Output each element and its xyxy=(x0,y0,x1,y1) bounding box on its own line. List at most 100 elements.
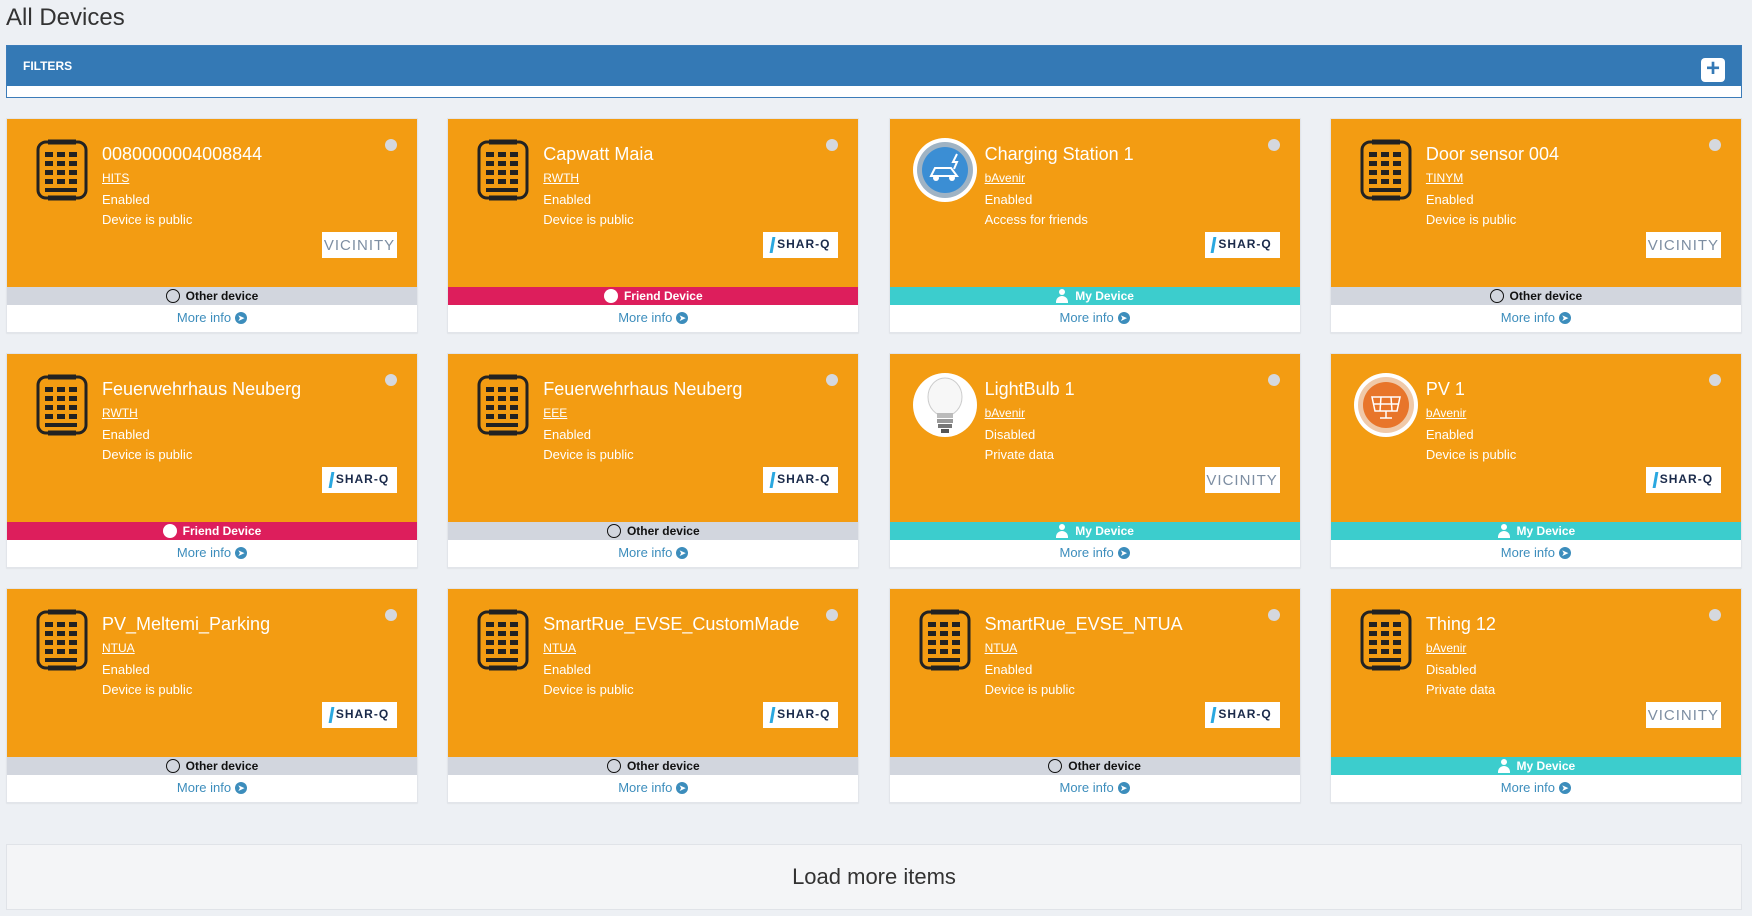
arrow-circle-right-icon: ➤ xyxy=(235,546,248,559)
plus-square-icon[interactable]: + xyxy=(1701,57,1725,82)
device-owner-link[interactable]: NTUA xyxy=(985,641,1018,655)
keypad-icon xyxy=(470,607,536,673)
status-dot-icon xyxy=(385,139,397,151)
device-name: PV 1 xyxy=(1425,379,1465,399)
device-card-body[interactable]: Thing 12 bAvenir Disabled Private data V… xyxy=(1330,589,1741,757)
relation-badge: Other device xyxy=(889,757,1300,775)
device-owner-link[interactable]: TINYM xyxy=(1426,171,1463,185)
arrow-circle-right-icon: ➤ xyxy=(1558,546,1571,559)
arrow-circle-right-icon: ➤ xyxy=(676,546,689,559)
user-icon xyxy=(1055,524,1069,538)
platform-logo: SHAR-Q xyxy=(1645,467,1721,493)
platform-logo: SHAR-Q xyxy=(1204,232,1280,258)
device-card-body[interactable]: Feuerwehrhaus Neuberg EEE Enabled Device… xyxy=(448,354,859,522)
arrow-circle-right-icon: ➤ xyxy=(1117,311,1130,324)
arrow-circle-right-icon: ➤ xyxy=(676,781,689,794)
device-state: Enabled xyxy=(984,662,1033,677)
sharq-logo: SHAR-Q xyxy=(769,707,830,723)
device-card: Capwatt Maia RWTH Enabled Device is publ… xyxy=(447,118,860,333)
more-info-link[interactable]: More info ➤ xyxy=(448,540,858,565)
device-card-body[interactable]: LightBulb 1 bAvenir Disabled Private dat… xyxy=(889,354,1300,522)
device-owner-link[interactable]: RWTH xyxy=(543,171,579,185)
status-dot-icon xyxy=(826,139,839,151)
more-info-link[interactable]: More info ➤ xyxy=(448,305,858,330)
device-owner-link[interactable]: NTUA xyxy=(102,641,135,655)
relation-label: My Device xyxy=(1516,524,1576,538)
platform-logo: SHAR-Q xyxy=(322,467,397,493)
relation-badge: My Device xyxy=(1330,757,1741,775)
device-state: Enabled xyxy=(543,427,592,442)
relation-label: Friend Device xyxy=(182,524,262,538)
device-owner-link[interactable]: EEE xyxy=(543,406,567,420)
device-state: Disabled xyxy=(1425,662,1477,677)
device-card-body[interactable]: Charging Station 1 bAvenir Enabled Acces… xyxy=(889,119,1300,287)
more-info-label: More info xyxy=(1059,780,1114,795)
arrow-circle-right-icon: ➤ xyxy=(1558,311,1571,324)
sharq-logo: SHAR-Q xyxy=(1211,237,1271,253)
status-dot-icon xyxy=(385,374,397,386)
user-icon xyxy=(1055,289,1069,303)
device-card-body[interactable]: 0080000004008844 HITS Enabled Device is … xyxy=(7,119,417,287)
device-card-body[interactable]: Feuerwehrhaus Neuberg RWTH Enabled Devic… xyxy=(7,354,417,522)
filters-header[interactable]: FILTERS + xyxy=(7,46,1741,86)
device-owner-link[interactable]: bAvenir xyxy=(985,171,1025,185)
more-info-link[interactable]: More info ➤ xyxy=(890,775,1300,800)
device-card-body[interactable]: Capwatt Maia RWTH Enabled Device is publ… xyxy=(448,119,859,287)
device-name: Feuerwehrhaus Neuberg xyxy=(102,379,302,399)
more-info-link[interactable]: More info ➤ xyxy=(448,775,858,800)
device-card-body[interactable]: SmartRue_EVSE_NTUA NTUA Enabled Device i… xyxy=(889,589,1300,757)
device-access: Device is public xyxy=(102,212,193,227)
device-state: Enabled xyxy=(984,192,1033,207)
relation-label: Other device xyxy=(626,524,700,538)
circle-filled-icon xyxy=(162,524,177,538)
relation-label: My Device xyxy=(1516,759,1576,773)
more-info-link[interactable]: More info ➤ xyxy=(890,540,1300,565)
user-icon xyxy=(1497,524,1511,538)
vicinity-logo: VICINITY xyxy=(1206,471,1278,489)
relation-badge: My Device xyxy=(889,287,1300,305)
keypad-icon xyxy=(1353,137,1419,203)
device-owner-link[interactable]: bAvenir xyxy=(985,406,1025,420)
device-card-body[interactable]: PV_Meltemi_Parking NTUA Enabled Device i… xyxy=(7,589,417,757)
device-owner-link[interactable]: bAvenir xyxy=(1426,641,1466,655)
device-card: Thing 12 bAvenir Disabled Private data V… xyxy=(1329,588,1742,803)
more-info-link[interactable]: More info ➤ xyxy=(7,775,417,800)
device-owner-link[interactable]: RWTH xyxy=(102,406,138,420)
relation-label: Other device xyxy=(1068,759,1141,773)
device-access: Device is public xyxy=(102,682,193,697)
device-name: SmartRue_EVSE_NTUA xyxy=(984,614,1183,634)
more-info-label: More info xyxy=(618,310,673,325)
relation-badge: My Device xyxy=(1330,522,1741,540)
arrow-circle-right-icon: ➤ xyxy=(676,311,689,324)
more-info-link[interactable]: More info ➤ xyxy=(7,305,417,330)
device-card: Charging Station 1 bAvenir Enabled Acces… xyxy=(888,118,1301,333)
status-dot-icon xyxy=(1708,139,1721,151)
keypad-icon xyxy=(29,137,95,203)
more-info-link[interactable]: More info ➤ xyxy=(1331,305,1741,330)
more-info-link[interactable]: More info ➤ xyxy=(1331,540,1741,565)
device-owner-link[interactable]: bAvenir xyxy=(1426,406,1466,420)
circle-outline-icon xyxy=(606,524,621,538)
device-card-body[interactable]: SmartRue_EVSE_CustomMade NTUA Enabled De… xyxy=(448,589,859,757)
keypad-icon xyxy=(29,372,95,438)
device-card-body[interactable]: PV 1 bAvenir Enabled Device is public SH… xyxy=(1330,354,1741,522)
more-info-link[interactable]: More info ➤ xyxy=(7,540,417,565)
load-more-button[interactable]: Load more items xyxy=(6,844,1742,910)
platform-logo: VICINITY xyxy=(1204,467,1280,493)
device-access: Private data xyxy=(1425,682,1496,697)
device-card-body[interactable]: Door sensor 004 TINYM Enabled Device is … xyxy=(1330,119,1741,287)
more-info-link[interactable]: More info ➤ xyxy=(890,305,1300,330)
relation-badge: Other device xyxy=(7,287,417,305)
relation-label: My Device xyxy=(1075,289,1134,303)
more-info-link[interactable]: More info ➤ xyxy=(1331,775,1741,800)
arrow-circle-right-icon: ➤ xyxy=(1117,781,1130,794)
device-owner-link[interactable]: HITS xyxy=(102,171,129,185)
circle-filled-icon xyxy=(603,289,618,303)
sharq-logo: SHAR-Q xyxy=(1211,707,1271,723)
device-name: 0080000004008844 xyxy=(102,144,263,164)
arrow-circle-right-icon: ➤ xyxy=(235,781,248,794)
device-owner-link[interactable]: NTUA xyxy=(543,641,576,655)
more-info-label: More info xyxy=(1500,780,1555,795)
device-state: Enabled xyxy=(102,192,150,207)
device-access: Device is public xyxy=(1425,212,1517,227)
